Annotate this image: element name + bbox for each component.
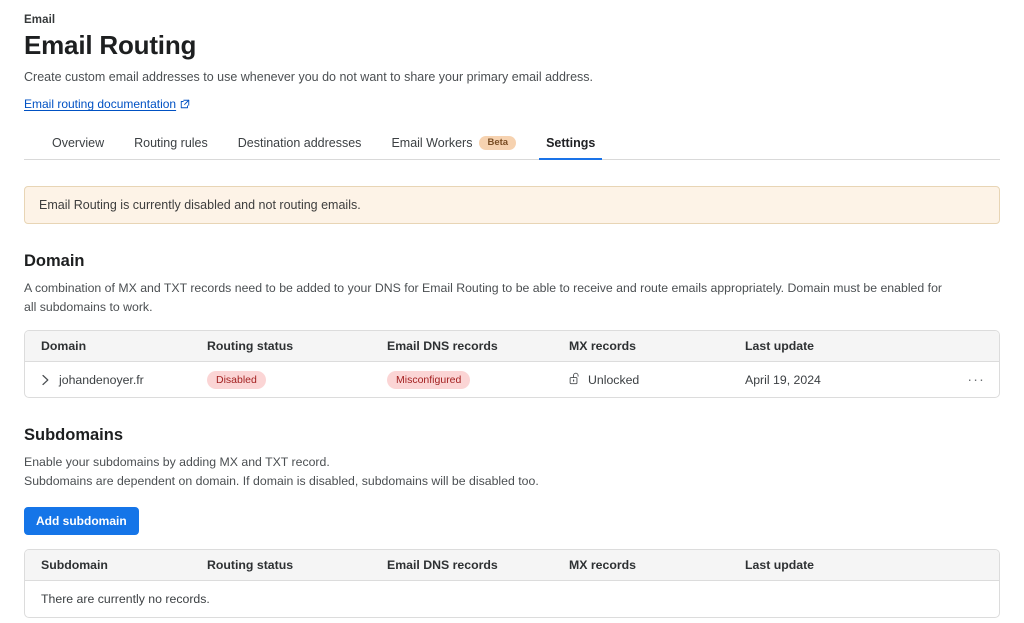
column-header-last-update: Last update <box>745 339 815 354</box>
tab-destination-addresses-label: Destination addresses <box>237 136 362 151</box>
column-header-sub-last-update: Last update <box>745 558 815 573</box>
subdomain-table: Subdomain Routing status Email DNS recor… <box>24 549 1000 619</box>
page-description: Create custom email addresses to use whe… <box>24 69 594 84</box>
tab-destination-addresses[interactable]: Destination addresses <box>223 130 377 159</box>
subdomain-table-header: Subdomain Routing status Email DNS recor… <box>25 550 999 582</box>
tab-routing-rules-label: Routing rules <box>134 136 208 151</box>
column-header-sub-mx-records: MX records <box>569 558 636 573</box>
page-title: Email Routing <box>24 30 197 60</box>
domain-name-cell: johandenoyer.fr <box>25 365 207 395</box>
subdomain-empty-message: There are currently no records. <box>41 592 210 607</box>
page-header: Email Email Routing Create custom email … <box>24 14 1000 113</box>
external-link-icon <box>180 99 190 109</box>
domain-table: Domain Routing status Email DNS records … <box>24 330 1000 399</box>
column-header-actions <box>953 338 999 354</box>
column-header-subdomain: Subdomain <box>41 558 108 573</box>
column-header-domain: Domain <box>41 339 87 354</box>
status-alert-message: Email Routing is currently disabled and … <box>39 198 361 213</box>
breadcrumb-eyebrow: Email <box>24 14 56 26</box>
domain-table-header: Domain Routing status Email DNS records … <box>25 331 999 363</box>
column-header-sub-routing-status: Routing status <box>207 558 294 573</box>
column-header-routing-status: Routing status <box>207 339 294 354</box>
email-routing-documentation-link[interactable]: Email routing documentation <box>24 97 190 111</box>
tab-overview-label: Overview <box>52 136 105 151</box>
column-header-sub-actions <box>953 557 999 573</box>
row-actions-cell: ··· <box>953 364 999 395</box>
domain-section-description: A combination of MX and TXT records need… <box>24 281 942 314</box>
tab-email-workers[interactable]: Email Workers Beta <box>376 130 531 159</box>
tab-settings[interactable]: Settings <box>531 130 610 161</box>
more-options-icon[interactable]: ··· <box>967 372 985 386</box>
subdomains-section-title: Subdomains <box>24 426 124 445</box>
tab-settings-label: Settings <box>546 136 596 151</box>
column-header-email-dns-records: Email DNS records <box>387 339 498 354</box>
tab-email-workers-label: Email Workers <box>391 136 473 151</box>
tab-overview[interactable]: Overview <box>37 130 119 159</box>
domain-name-label: johandenoyer.fr <box>59 372 144 387</box>
last-update-cell: April 19, 2024 <box>745 372 821 387</box>
email-dns-records-cell: Misconfigured <box>387 363 569 397</box>
email-routing-page: Email Email Routing Create custom email … <box>0 0 1024 619</box>
status-alert-banner: Email Routing is currently disabled and … <box>24 186 1000 225</box>
status-badge-disabled: Disabled <box>207 371 266 389</box>
chevron-right-icon[interactable] <box>41 374 50 386</box>
unlocked-padlock-icon <box>569 372 581 388</box>
mx-records-label: Unlocked <box>588 372 640 387</box>
add-subdomain-button[interactable]: Add subdomain <box>24 507 139 536</box>
subdomains-description-line1: Enable your subdomains by adding MX and … <box>24 455 330 470</box>
column-header-sub-email-dns-records: Email DNS records <box>387 558 498 573</box>
table-row: johandenoyer.fr Disabled Misconfigured U… <box>25 362 999 397</box>
doc-link-label: Email routing documentation <box>24 97 177 112</box>
column-header-mx-records: MX records <box>569 339 636 354</box>
tab-bar: Overview Routing rules Destination addre… <box>24 130 1000 161</box>
routing-status-cell: Disabled <box>207 363 387 397</box>
tab-routing-rules[interactable]: Routing rules <box>119 130 223 159</box>
domain-section-title: Domain <box>24 252 85 271</box>
beta-badge: Beta <box>479 136 517 151</box>
mx-records-cell: Unlocked <box>569 364 745 396</box>
subdomains-description-line2: Subdomains are dependent on domain. If d… <box>24 474 539 489</box>
status-badge-misconfigured: Misconfigured <box>387 371 471 389</box>
